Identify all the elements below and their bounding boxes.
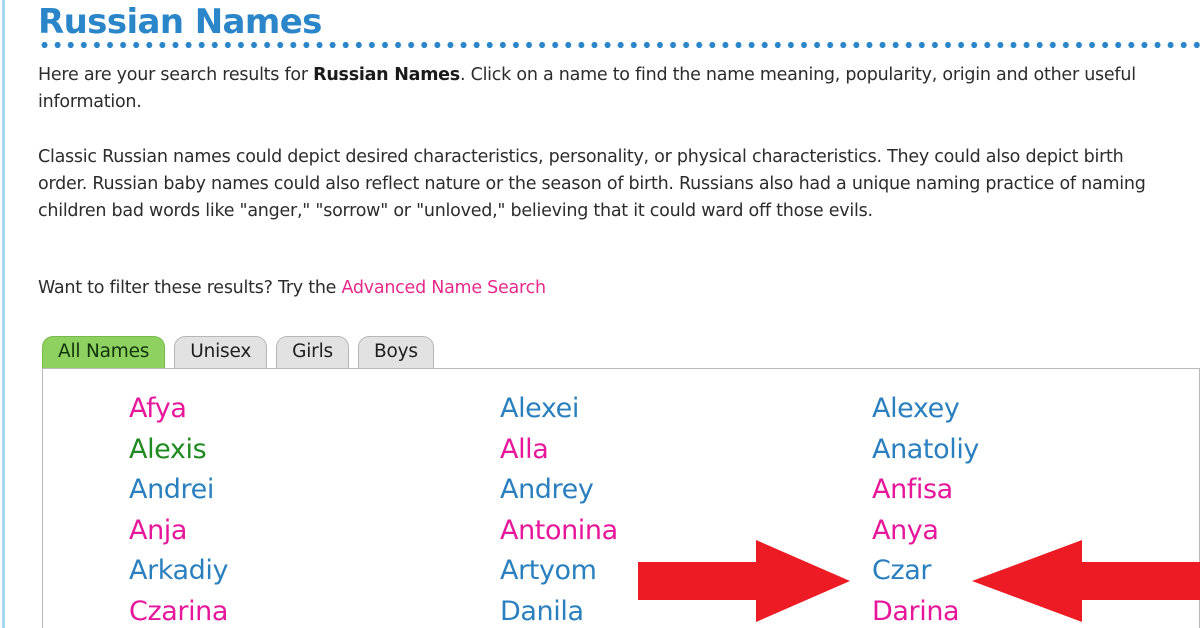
name-link[interactable]: Arkadiy xyxy=(129,551,415,592)
name-link[interactable]: Andrei xyxy=(129,470,415,511)
arrow-right-icon xyxy=(638,540,850,622)
advanced-name-search-link[interactable]: Advanced Name Search xyxy=(341,278,546,298)
name-link[interactable]: Alexey xyxy=(872,389,1159,430)
tab-unisex[interactable]: Unisex xyxy=(174,336,268,368)
name-column-1: Afya Alexis Andrei Anja Arkadiy Czarina xyxy=(43,389,415,628)
tab-girls[interactable]: Girls xyxy=(276,336,349,368)
tab-boys[interactable]: Boys xyxy=(357,336,434,368)
left-edge-rule xyxy=(2,0,5,628)
filter-prompt-text: Want to filter these results? Try the xyxy=(38,278,342,298)
name-link[interactable]: Andrey xyxy=(500,470,787,511)
name-link[interactable]: Afya xyxy=(129,389,415,430)
intro-bold-term: Russian Names xyxy=(313,65,460,85)
name-link[interactable]: Alla xyxy=(500,430,787,471)
intro-paragraph: Here are your search results for Russian… xyxy=(38,62,1163,116)
page-content: Russian Names Here are your search resul… xyxy=(38,0,1200,628)
name-link[interactable]: Czarina xyxy=(129,592,415,628)
gender-filter-tabs: All Names Unisex Girls Boys xyxy=(42,330,434,368)
name-link[interactable]: Alexis xyxy=(129,430,415,471)
name-link[interactable]: Anja xyxy=(129,511,415,552)
page-title: Russian Names xyxy=(38,2,322,42)
tab-all-names[interactable]: All Names xyxy=(42,336,166,368)
about-paragraph: Classic Russian names could depict desir… xyxy=(38,147,1146,221)
name-link[interactable]: Anfisa xyxy=(872,470,1159,511)
name-link[interactable]: Anatoliy xyxy=(872,430,1159,471)
name-link[interactable]: Alexei xyxy=(500,389,787,430)
title-dotted-divider xyxy=(38,42,1200,48)
filter-paragraph: Want to filter these results? Try the Ad… xyxy=(38,275,1163,302)
intro-text-before: Here are your search results for xyxy=(38,65,314,85)
arrow-left-icon xyxy=(972,540,1200,622)
page-root: Russian Names Here are your search resul… xyxy=(0,0,1200,628)
